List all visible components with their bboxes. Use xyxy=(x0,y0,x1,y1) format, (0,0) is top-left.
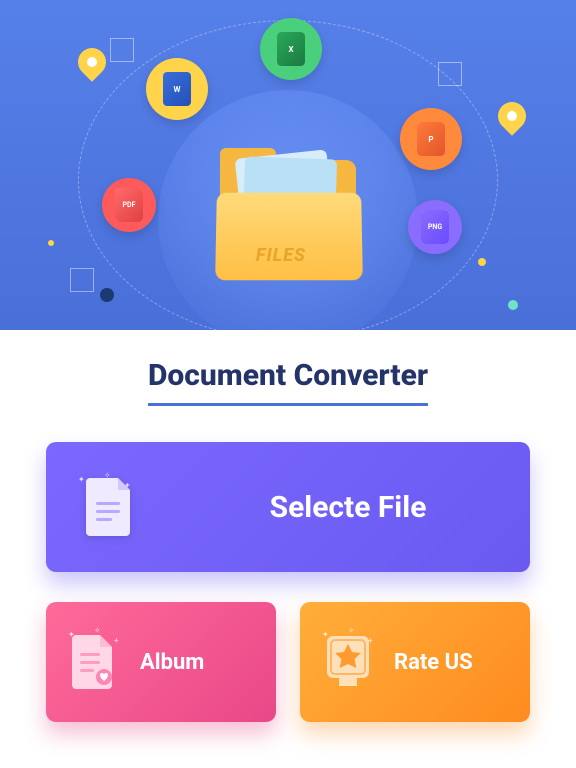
folder-icon: FILES xyxy=(220,160,356,268)
decor-dot xyxy=(478,258,486,266)
star-icon: ✦✧+ xyxy=(318,626,378,698)
file-icon: ✦✧✦+ xyxy=(74,471,146,543)
powerpoint-icon: P xyxy=(400,108,462,170)
rate-us-label: Rate US xyxy=(390,650,512,675)
decor-box xyxy=(70,268,94,292)
hero-illustration: FILES X W P PDF PNG xyxy=(0,0,576,330)
map-pin-icon xyxy=(492,96,532,136)
select-file-label: Selecte File xyxy=(194,490,502,525)
album-button[interactable]: ✦✧+ Album xyxy=(46,602,276,722)
word-icon: W xyxy=(146,58,208,120)
page-title-wrap: Document Converter xyxy=(0,358,576,406)
decor-dot xyxy=(48,240,54,246)
select-file-button[interactable]: ✦✧✦+ Selecte File xyxy=(46,442,530,572)
excel-icon: X xyxy=(260,18,322,80)
decor-box xyxy=(110,38,134,62)
page-title: Document Converter xyxy=(148,358,428,406)
decor-box xyxy=(438,62,462,86)
rate-us-button[interactable]: ✦✧+ Rate US xyxy=(300,602,530,722)
decor-dot xyxy=(100,288,114,302)
decor-dot xyxy=(508,300,518,310)
pdf-icon: PDF xyxy=(102,178,156,232)
png-icon: PNG xyxy=(408,200,462,254)
album-label: Album xyxy=(136,650,258,675)
folder-label: FILES xyxy=(256,245,306,266)
map-pin-icon xyxy=(72,42,112,82)
album-icon: ✦✧+ xyxy=(64,626,124,698)
